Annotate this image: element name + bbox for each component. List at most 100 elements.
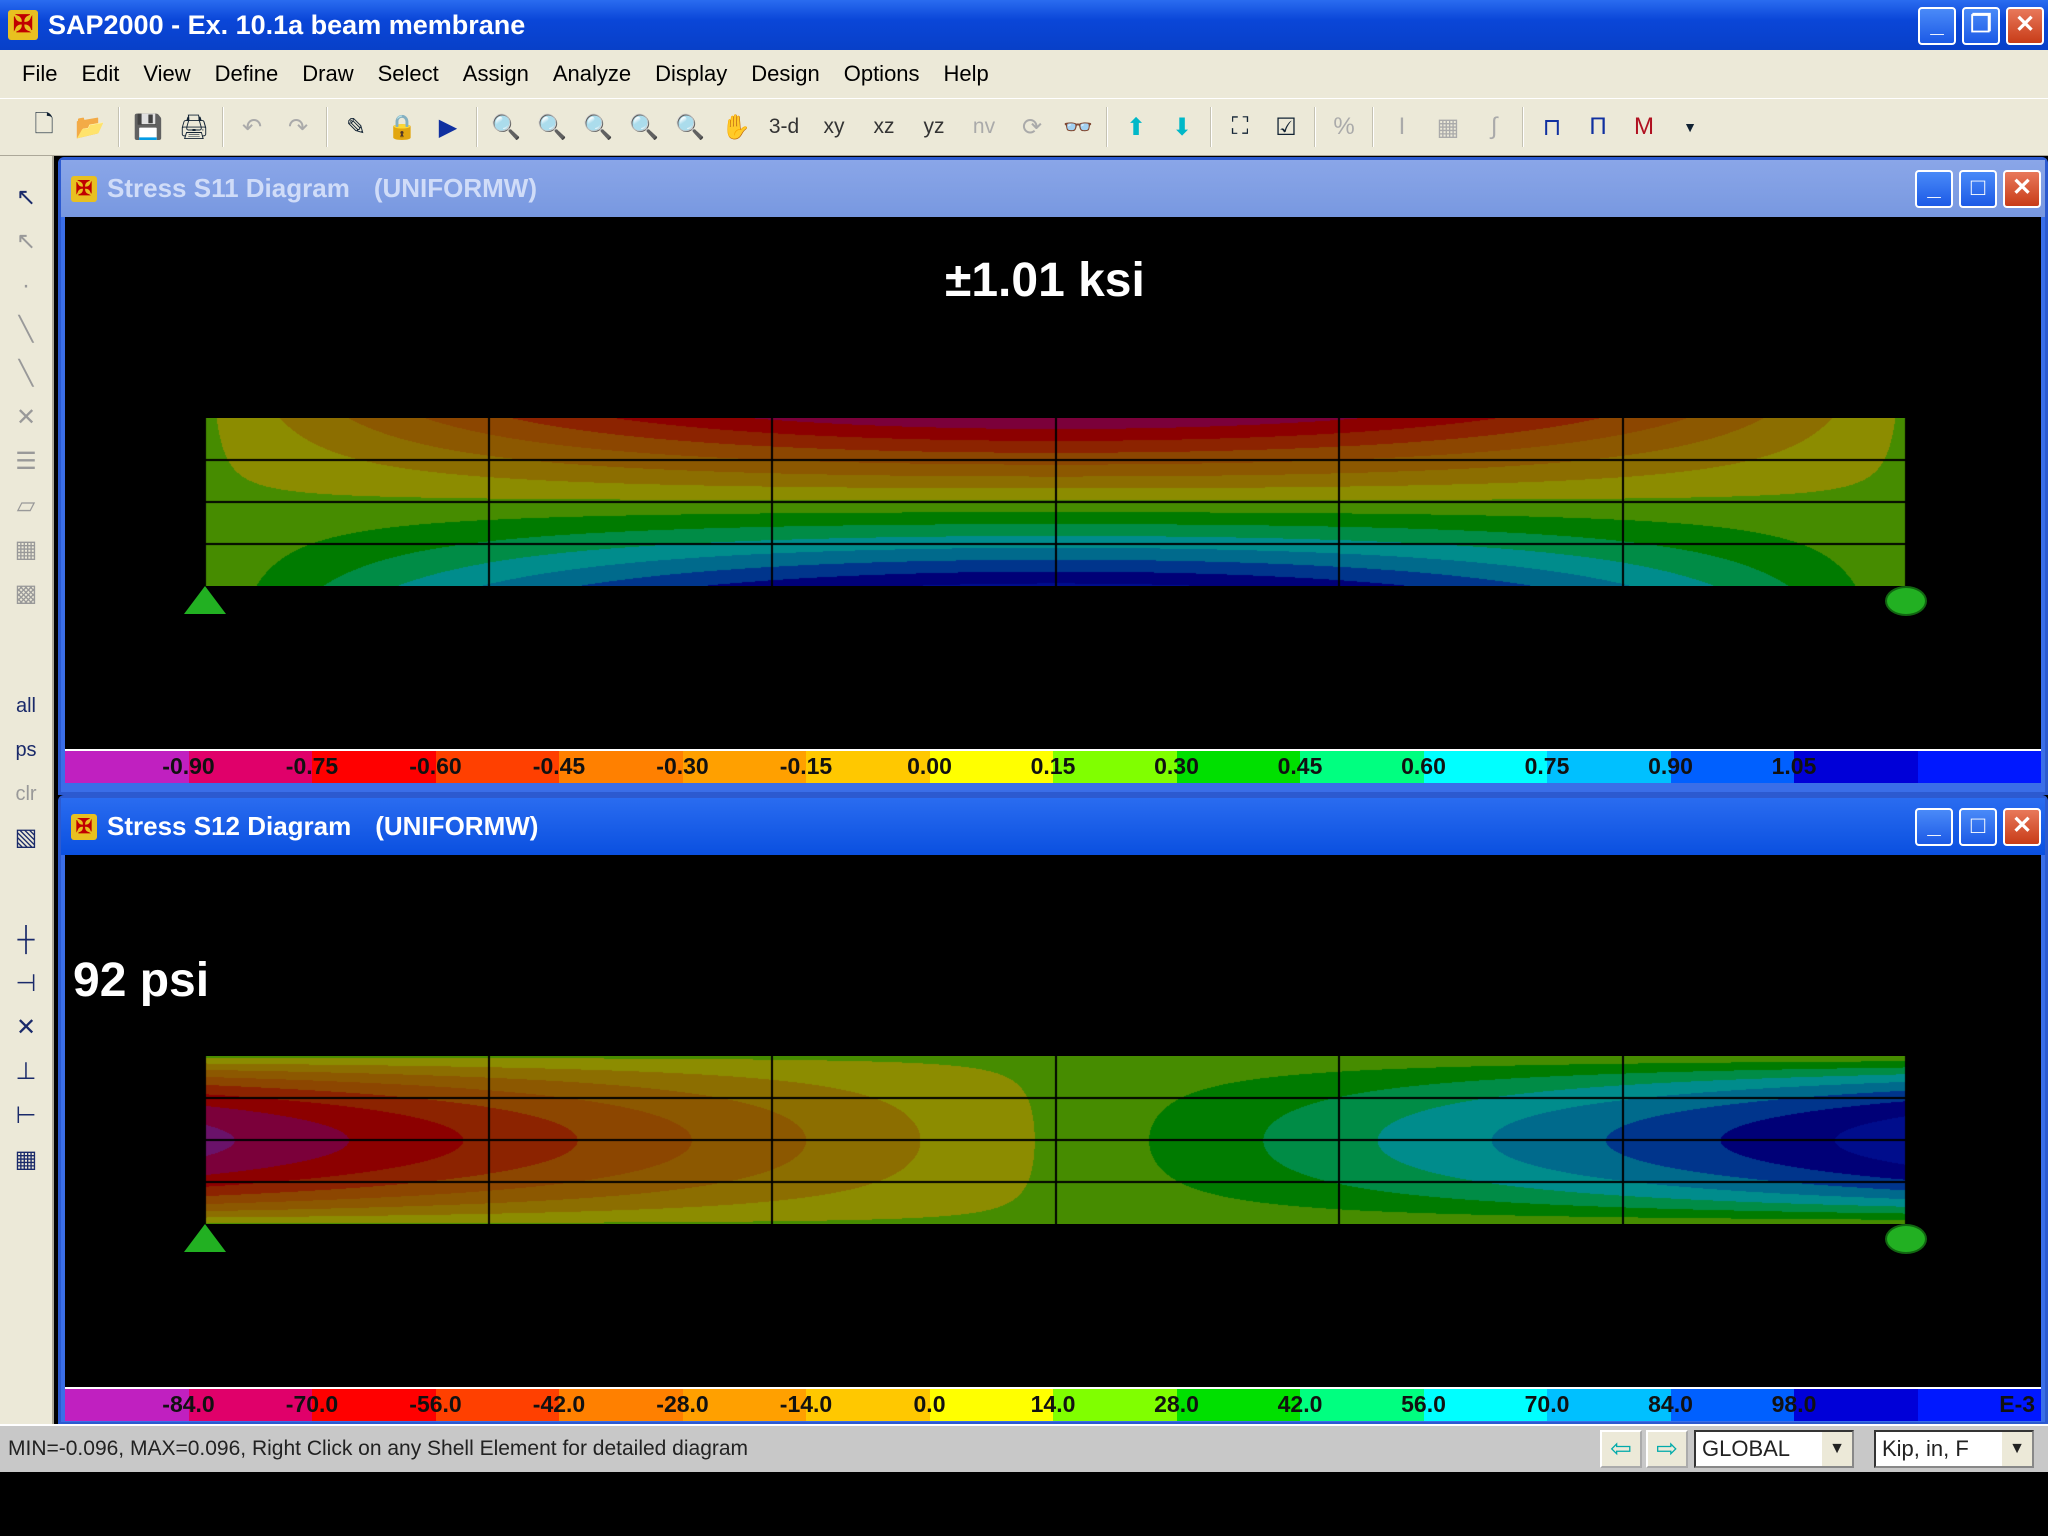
menu-view[interactable]: View: [143, 61, 190, 87]
link-icon[interactable]: ∫: [1476, 109, 1512, 145]
toolbar-separator: [118, 107, 120, 147]
toolbar-separator: [1372, 107, 1374, 147]
stress-contour-beam[interactable]: [205, 418, 1906, 586]
pan-hand-icon[interactable]: ✋: [718, 109, 754, 145]
units-select[interactable]: Kip, in, F ▼: [1874, 1430, 2034, 1468]
frame-moment-icon[interactable]: M: [1626, 109, 1662, 145]
menu-help[interactable]: Help: [944, 61, 989, 87]
move-up-icon[interactable]: ⬆: [1118, 109, 1154, 145]
window-title: Stress S12 Diagram: [107, 811, 352, 841]
percent-icon[interactable]: %: [1326, 109, 1362, 145]
snap-perpendicular-icon[interactable]: ⊥: [8, 1054, 44, 1090]
print-icon[interactable]: 🖨: [176, 109, 212, 145]
menu-edit[interactable]: Edit: [81, 61, 119, 87]
undo-icon[interactable]: ↶: [234, 109, 270, 145]
legend-tick-label: -14.0: [779, 1391, 833, 1417]
redo-icon[interactable]: ↷: [280, 109, 316, 145]
toolbar-overflow-icon[interactable]: ▼: [1672, 109, 1708, 145]
menu-file[interactable]: File: [22, 61, 57, 87]
minimize-button[interactable]: _: [1915, 170, 1953, 208]
view-3d-button[interactable]: 3-d: [764, 109, 804, 145]
perspective-icon[interactable]: 👓: [1060, 109, 1096, 145]
open-folder-icon[interactable]: 📂: [72, 109, 108, 145]
previous-arrow-button[interactable]: ⇦: [1600, 1430, 1642, 1468]
draw-area-icon[interactable]: ▱: [8, 488, 44, 524]
menu-draw[interactable]: Draw: [302, 61, 353, 87]
menu-define[interactable]: Define: [215, 61, 279, 87]
rect-area-icon[interactable]: ▦: [8, 532, 44, 568]
pointer-icon[interactable]: ↖: [8, 180, 44, 216]
close-button[interactable]: ✕: [2006, 7, 2044, 45]
snap-grid-icon[interactable]: ▦: [8, 1142, 44, 1178]
restore-button[interactable]: ❐: [1962, 7, 2000, 45]
snap-intersection-icon[interactable]: ✕: [8, 1010, 44, 1046]
snap-points-icon[interactable]: ┼: [8, 922, 44, 958]
lock-icon[interactable]: 🔒: [384, 109, 420, 145]
menu-options[interactable]: Options: [844, 61, 920, 87]
quick-area-icon[interactable]: ▩: [8, 576, 44, 612]
reshape-icon[interactable]: ↖: [8, 224, 44, 260]
toolbar-separator: [222, 107, 224, 147]
snap-ends-icon[interactable]: ⊣: [8, 966, 44, 1002]
section-icon[interactable]: I: [1384, 109, 1420, 145]
minimize-button[interactable]: _: [1915, 808, 1953, 846]
menu-assign[interactable]: Assign: [463, 61, 529, 87]
legend-tick-label: 56.0: [1401, 1391, 1446, 1417]
maximize-button[interactable]: □: [1959, 808, 1997, 846]
menu-display[interactable]: Display: [655, 61, 727, 87]
restore-view-icon[interactable]: 🔍: [534, 109, 570, 145]
section-cut-icon[interactable]: ☰: [8, 444, 44, 480]
close-button[interactable]: ✕: [2003, 170, 2041, 208]
new-file-icon[interactable]: 🗋: [26, 109, 62, 145]
legend-tick-label: -0.60: [409, 753, 462, 779]
chevron-down-icon[interactable]: ▼: [2002, 1432, 2032, 1466]
select-all-button[interactable]: all: [8, 688, 44, 724]
check-box-icon[interactable]: ☑: [1268, 109, 1304, 145]
main-toolbar: 🗋 📂 💾 🖨 ↶ ↷ ✎ 🔒 ▶ 🔍 🔍 🔍 🔍 🔍 ✋ 3-d xy xz …: [0, 98, 2048, 156]
coordinate-system-select[interactable]: GLOBAL ▼: [1694, 1430, 1854, 1468]
view-xy-button[interactable]: xy: [814, 109, 854, 145]
previous-zoom-icon[interactable]: 🔍: [580, 109, 616, 145]
draw-frame-icon[interactable]: ╲: [8, 312, 44, 348]
window-title-bar[interactable]: ✠ Stress S12 Diagram (UNIFORMW) _ □ ✕: [61, 798, 2045, 855]
view-nv-button[interactable]: nv: [964, 109, 1004, 145]
view-yz-button[interactable]: yz: [914, 109, 954, 145]
quick-frame-icon[interactable]: ╲: [8, 356, 44, 392]
menu-select[interactable]: Select: [378, 61, 439, 87]
stress-contour-beam[interactable]: [205, 1056, 1906, 1224]
maximize-button[interactable]: □: [1959, 170, 1997, 208]
legend-tick-label: -0.15: [779, 753, 833, 779]
point-icon[interactable]: ·: [8, 268, 44, 304]
view-xz-button[interactable]: xz: [864, 109, 904, 145]
window-title-bar[interactable]: ✠ Stress S11 Diagram (UNIFORMW) _ □ ✕: [61, 160, 2045, 217]
save-icon[interactable]: 💾: [130, 109, 166, 145]
clear-select-button[interactable]: clr: [8, 776, 44, 812]
next-arrow-button[interactable]: ⇨: [1646, 1430, 1688, 1468]
intersecting-line-icon[interactable]: ▧: [8, 820, 44, 856]
zoom-window-icon[interactable]: 🔍: [488, 109, 524, 145]
zoom-in-icon[interactable]: 🔍: [626, 109, 662, 145]
snap-lines-icon[interactable]: ⊢: [8, 1098, 44, 1134]
diagram-canvas[interactable]: ±1.01 ksi: [65, 217, 2041, 749]
move-down-icon[interactable]: ⬇: [1164, 109, 1200, 145]
area-section-icon[interactable]: ▦: [1430, 109, 1466, 145]
rotate-icon[interactable]: ⟳: [1014, 109, 1050, 145]
pencil-icon[interactable]: ✎: [338, 109, 374, 145]
menu-design[interactable]: Design: [751, 61, 819, 87]
zoom-out-icon[interactable]: 🔍: [672, 109, 708, 145]
chevron-down-icon[interactable]: ▼: [1822, 1432, 1852, 1466]
frame-icon[interactable]: ⊓: [1534, 109, 1570, 145]
menu-analyze[interactable]: Analyze: [553, 61, 631, 87]
object-shrink-icon[interactable]: ⛶: [1222, 109, 1258, 145]
legend-tick-label: 0.15: [1030, 753, 1076, 779]
minimize-button[interactable]: _: [1918, 7, 1956, 45]
previous-select-button[interactable]: ps: [8, 732, 44, 768]
close-button[interactable]: ✕: [2003, 808, 2041, 846]
run-analysis-icon[interactable]: ▶: [430, 109, 466, 145]
diagram-canvas[interactable]: 92 psi: [65, 855, 2041, 1387]
frame-h-icon[interactable]: Π: [1580, 109, 1616, 145]
brace-icon[interactable]: ✕: [8, 400, 44, 436]
load-case: (UNIFORMW): [373, 173, 537, 203]
legend-tick-label: -42.0: [532, 1391, 586, 1417]
